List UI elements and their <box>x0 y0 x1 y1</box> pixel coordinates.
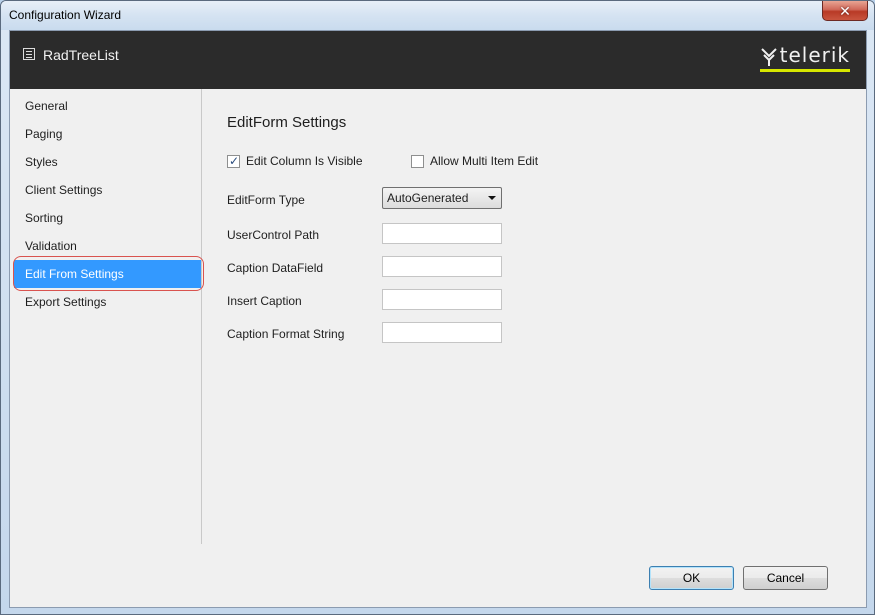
logo-underline <box>759 69 850 72</box>
close-button[interactable]: ✕ <box>822 1 868 21</box>
usercontrol-path-input[interactable] <box>382 223 502 244</box>
dialog-client-area: RadTreeList telerik General Paging Style… <box>9 30 867 608</box>
list-icon <box>23 48 35 60</box>
editform-type-label: EditForm Type <box>227 193 305 207</box>
caption-format-string-input[interactable] <box>382 322 502 343</box>
caption-format-string-label: Caption Format String <box>227 327 345 341</box>
section-title: EditForm Settings <box>227 114 347 131</box>
chevron-down-icon <box>488 196 496 200</box>
insert-caption-label: Insert Caption <box>227 294 302 308</box>
insert-caption-input[interactable] <box>382 289 502 310</box>
cancel-button[interactable]: Cancel <box>743 566 828 590</box>
settings-sidebar: General Paging Styles Client Settings So… <box>10 89 204 544</box>
sidebar-item-sorting[interactable]: Sorting <box>14 204 201 232</box>
editform-type-select[interactable]: AutoGenerated <box>382 187 502 209</box>
ok-button[interactable]: OK <box>649 566 734 590</box>
logo-text: telerik <box>779 43 850 67</box>
telerik-mark-icon <box>760 48 777 66</box>
sidebar-item-paging[interactable]: Paging <box>14 120 201 148</box>
allow-multi-item-edit-label: Allow Multi Item Edit <box>430 154 539 168</box>
editform-type-value: AutoGenerated <box>387 191 469 205</box>
sidebar-item-styles[interactable]: Styles <box>14 148 201 176</box>
window-title: Configuration Wizard <box>9 8 122 22</box>
caption-datafield-label: Caption DataField <box>227 261 324 275</box>
editform-settings-panel: EditForm Settings ✓ Edit Column Is Visib… <box>227 89 847 544</box>
edit-column-visible-option[interactable]: ✓ Edit Column Is Visible <box>227 154 363 168</box>
sidebar-item-edit-form-settings[interactable]: Edit From Settings <box>14 260 201 288</box>
header-title: RadTreeList <box>43 47 119 63</box>
checkmark-icon: ✓ <box>229 153 240 168</box>
sidebar-item-validation[interactable]: Validation <box>14 232 201 260</box>
close-icon: ✕ <box>839 2 851 19</box>
sidebar-item-export-settings[interactable]: Export Settings <box>14 288 201 316</box>
edit-column-visible-checkbox[interactable]: ✓ <box>227 153 240 168</box>
usercontrol-path-label: UserControl Path <box>227 228 320 242</box>
allow-multi-item-edit-option[interactable]: Allow Multi Item Edit <box>411 154 538 168</box>
caption-datafield-input[interactable] <box>382 256 502 277</box>
allow-multi-item-edit-checkbox[interactable] <box>411 154 424 168</box>
edit-column-visible-label: Edit Column Is Visible <box>246 154 363 168</box>
telerik-logo: telerik <box>759 43 850 72</box>
sidebar-item-client-settings[interactable]: Client Settings <box>14 176 201 204</box>
sidebar-item-general[interactable]: General <box>14 92 201 120</box>
title-bar: Configuration Wizard ✕ <box>1 1 874 30</box>
header-banner: RadTreeList telerik <box>10 31 866 89</box>
configuration-wizard-window: Configuration Wizard ✕ RadTreeList teler… <box>0 0 875 615</box>
